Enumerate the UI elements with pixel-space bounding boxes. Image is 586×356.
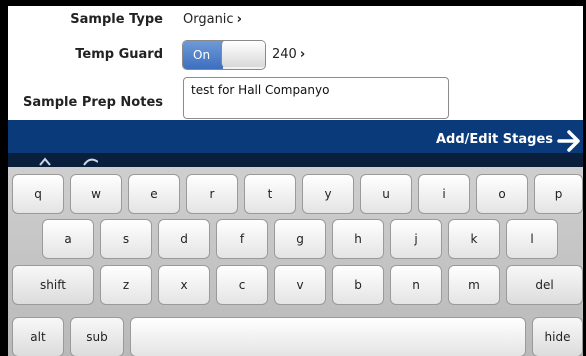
key-f[interactable]: f bbox=[216, 219, 268, 259]
notes-field[interactable]: test for Hall Companyo bbox=[183, 77, 449, 119]
temp-guard-value: 240 bbox=[272, 47, 297, 62]
key-n[interactable]: n bbox=[390, 265, 442, 305]
toggle-knob[interactable] bbox=[221, 41, 265, 67]
key-alt[interactable]: alt bbox=[12, 317, 64, 356]
key-j[interactable]: j bbox=[390, 219, 442, 259]
key-t[interactable]: t bbox=[244, 174, 296, 214]
key-p[interactable]: p bbox=[534, 174, 583, 214]
sample-type-label: Sample Type bbox=[70, 12, 163, 27]
key-shift[interactable]: shift bbox=[12, 265, 94, 305]
key-u[interactable]: u bbox=[360, 174, 412, 214]
key-k[interactable]: k bbox=[448, 219, 500, 259]
scroll-up-icon bbox=[39, 157, 98, 166]
notes-label: Sample Prep Notes bbox=[23, 95, 163, 110]
key-m[interactable]: m bbox=[448, 265, 500, 305]
temp-guard-toggle[interactable]: On bbox=[182, 40, 266, 70]
key-q[interactable]: q bbox=[12, 174, 64, 214]
key-r[interactable]: r bbox=[186, 174, 238, 214]
key-i[interactable]: i bbox=[418, 174, 470, 214]
key-b[interactable]: b bbox=[332, 265, 384, 305]
key-x[interactable]: x bbox=[158, 265, 210, 305]
onscreen-keyboard: q w e r t y u i o p a s d f g h j k l sh… bbox=[8, 167, 583, 356]
key-c[interactable]: c bbox=[216, 265, 268, 305]
key-s[interactable]: s bbox=[100, 219, 152, 259]
sample-type-selector[interactable]: Organic › bbox=[183, 12, 242, 27]
toggle-on-label: On bbox=[183, 41, 223, 69]
key-h[interactable]: h bbox=[332, 219, 384, 259]
sample-settings-screen: Sample Type Organic › Temp Guard On 240 › … bbox=[8, 6, 583, 356]
key-v[interactable]: v bbox=[274, 265, 326, 305]
key-sub[interactable]: sub bbox=[70, 317, 124, 356]
key-d[interactable]: d bbox=[158, 219, 210, 259]
add-edit-stages-link[interactable]: Add/Edit Stages bbox=[436, 132, 553, 147]
arrow-right-icon[interactable] bbox=[557, 128, 581, 154]
temp-guard-label: Temp Guard bbox=[75, 47, 163, 62]
key-e[interactable]: e bbox=[128, 174, 180, 214]
key-y[interactable]: y bbox=[302, 174, 354, 214]
chevron-right-icon: › bbox=[236, 12, 242, 27]
key-a[interactable]: a bbox=[42, 219, 94, 259]
sample-type-value: Organic bbox=[183, 12, 234, 27]
key-hide[interactable]: hide bbox=[532, 317, 583, 356]
key-o[interactable]: o bbox=[476, 174, 528, 214]
key-z[interactable]: z bbox=[100, 265, 152, 305]
chevron-right-icon: › bbox=[299, 47, 306, 62]
key-l[interactable]: l bbox=[506, 219, 558, 259]
key-delete[interactable]: del bbox=[506, 265, 583, 305]
key-w[interactable]: w bbox=[70, 174, 122, 214]
key-space[interactable] bbox=[130, 317, 526, 356]
key-g[interactable]: g bbox=[274, 219, 326, 259]
temp-guard-selector[interactable]: 240 › bbox=[272, 47, 305, 62]
